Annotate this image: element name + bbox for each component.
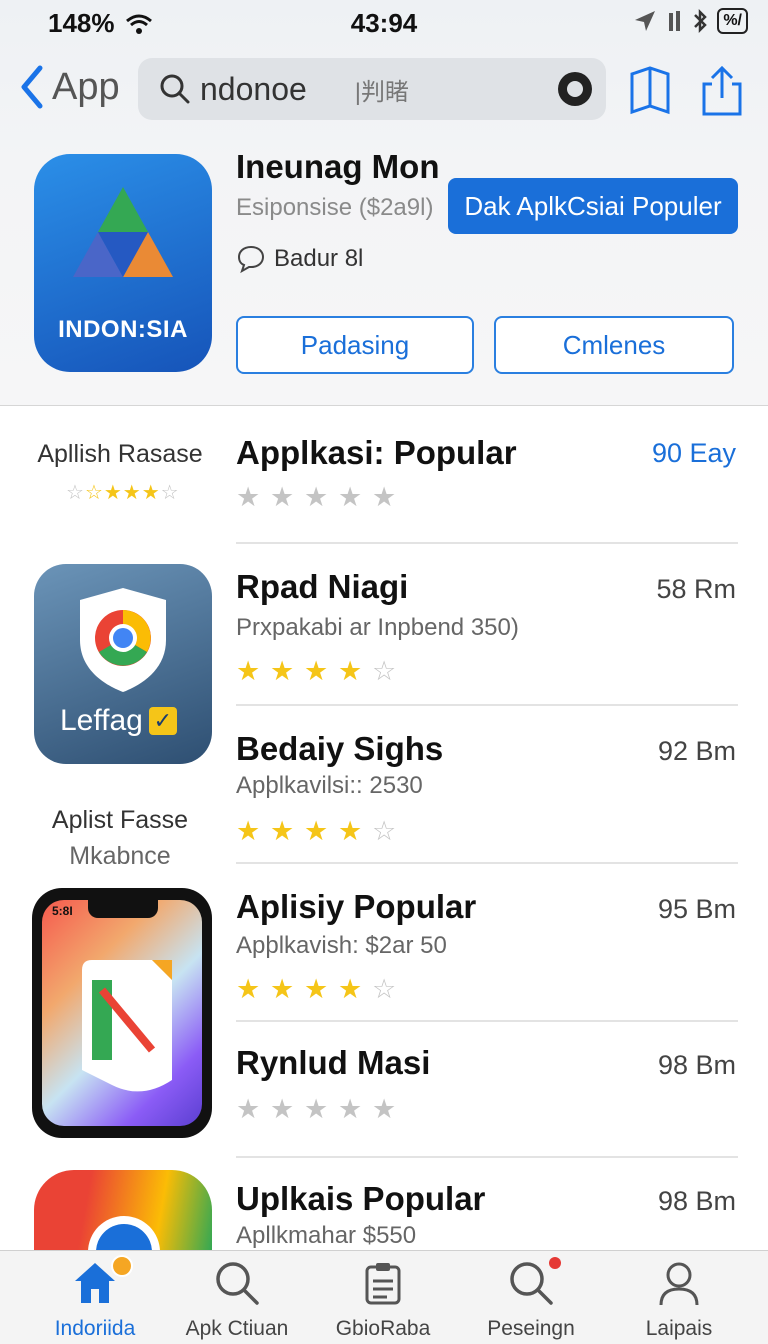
tab-bar: Indoriida Apk Ctiuan GbioRaba Peseingn L…	[0, 1250, 768, 1344]
app-row-2-subtitle: Prxpakabi ar Inpbend 350)	[236, 614, 519, 641]
row-divider	[236, 1156, 738, 1158]
featured-app-icon-label: INDON:SIA	[58, 316, 188, 343]
book-icon[interactable]	[628, 64, 672, 116]
app-row-3-rating: ★ ★ ★ ★ ☆	[236, 816, 397, 846]
app-row-1-name[interactable]: Applkasi: Popular	[236, 434, 517, 472]
chevron-left-icon	[21, 65, 43, 109]
featured-app-icon[interactable]: INDON:SIA	[34, 154, 212, 372]
row-divider	[236, 704, 738, 706]
app-row-4-size: 95 Bm	[657, 894, 736, 924]
app-row-4-name[interactable]: Aplisiy Popular	[236, 888, 476, 926]
tab-discover-label: Peseingn	[487, 1317, 575, 1340]
app-row-2-name[interactable]: Rpad Niagi	[236, 568, 408, 606]
row-divider	[236, 542, 738, 544]
alert-dot	[549, 1257, 561, 1269]
tab-search[interactable]: Apk Ctiuan	[162, 1259, 312, 1341]
app-row-3-size: 92 Bm	[657, 736, 736, 766]
status-bar: 148% 43:94 %/	[0, 0, 768, 46]
tab-profile-label: Laipais	[645, 1317, 713, 1340]
battery-icon: %/	[717, 8, 748, 34]
row-divider	[236, 862, 738, 864]
get-app-button[interactable]: Dak AplkCsiai Populer	[448, 178, 738, 234]
chat-bubble-icon	[237, 245, 265, 274]
featured-app-badge: Badur 8l	[236, 244, 363, 274]
app-row-1-rating: ★ ★ ★ ★ ★	[236, 482, 397, 512]
tab-list-label: GbioRaba	[335, 1317, 431, 1340]
app-row-5-rating: ★ ★ ★ ★ ★	[236, 1094, 397, 1124]
profile-icon	[659, 1262, 699, 1306]
drive-logo-icon	[73, 187, 173, 277]
sidebar-label-middle: Aplist Fasse	[51, 806, 189, 834]
security-app-label: Leffag	[60, 704, 143, 737]
app-row-2-size: 58 Rm	[656, 574, 736, 604]
phone-app-icon[interactable]: 5:8I	[32, 888, 212, 1138]
tab-home-label: Indoriida	[54, 1317, 136, 1340]
search-value: ndonoe	[200, 70, 307, 107]
security-app-icon[interactable]: Leffag ✓	[34, 564, 212, 764]
nav-bar: App ndonoe |判睹	[0, 58, 768, 122]
padasing-button[interactable]: Padasing	[236, 316, 474, 374]
shield-browser-icon	[80, 588, 166, 692]
phone-app-time: 5:8I	[52, 904, 73, 918]
app-row-5-name[interactable]: Rynlud Masi	[236, 1044, 430, 1082]
clipboard-icon	[365, 1263, 401, 1305]
app-row-6-size: 98 Bm	[657, 1186, 736, 1216]
section-divider	[0, 405, 768, 406]
app-row-4-rating: ★ ★ ★ ★ ☆	[236, 974, 397, 1004]
search-alert-icon	[510, 1262, 553, 1305]
sidebar-label-middle-sub: Mkabnce	[69, 842, 171, 870]
app-row-6-subtitle: Apllkmahar $550	[236, 1222, 417, 1249]
tab-profile[interactable]: Laipais	[604, 1259, 754, 1341]
badge-label: Badur 8l	[274, 245, 364, 272]
app-row-3-name[interactable]: Bedaiy Sighs	[236, 730, 443, 768]
notification-dot	[111, 1255, 133, 1277]
back-button[interactable]: App	[18, 64, 120, 110]
location-icon	[635, 11, 656, 31]
tab-search-label: Apk Ctiuan	[185, 1317, 289, 1340]
app-row-5-size: 98 Bm	[657, 1050, 736, 1080]
cmlenes-button[interactable]: Cmlenes	[494, 316, 734, 374]
featured-app-subtitle: Esiponsise ($2a9l)	[236, 194, 434, 221]
signal-icon	[669, 11, 681, 31]
check-badge-icon: ✓	[148, 707, 177, 735]
share-icon[interactable]	[700, 64, 744, 116]
paper-logo-icon	[82, 960, 172, 1092]
chrome-app-icon[interactable]	[34, 1170, 212, 1250]
clear-search-button[interactable]	[558, 72, 592, 106]
sidebar-rating: ☆☆★★★☆	[66, 482, 180, 504]
app-row-6-name[interactable]: Uplkais Popular	[236, 1180, 485, 1218]
bluetooth-icon	[694, 8, 708, 34]
tab-discover[interactable]: Peseingn	[456, 1257, 606, 1341]
sidebar-label-top: Apllish Rasase	[37, 440, 203, 468]
app-row-2-rating: ★ ★ ★ ★ ☆	[236, 656, 397, 686]
featured-app-title: Ineunag Mon	[236, 148, 440, 185]
search-input[interactable]: ndonoe |判睹	[138, 58, 606, 120]
search-icon	[160, 74, 190, 104]
app-row-4-subtitle: Apþlkavish: $2ar 50	[236, 932, 447, 959]
search-suffix: |判睹	[354, 78, 410, 106]
tab-list[interactable]: GbioRaba	[308, 1259, 458, 1341]
app-row-3-subtitle: Apþlkavilsi:: 2530	[236, 772, 423, 799]
search-icon	[216, 1262, 259, 1305]
app-row-1-size: 90 Eay	[651, 438, 736, 468]
back-label: App	[52, 65, 120, 108]
tab-home[interactable]: Indoriida	[20, 1255, 170, 1341]
row-divider	[236, 1020, 738, 1022]
